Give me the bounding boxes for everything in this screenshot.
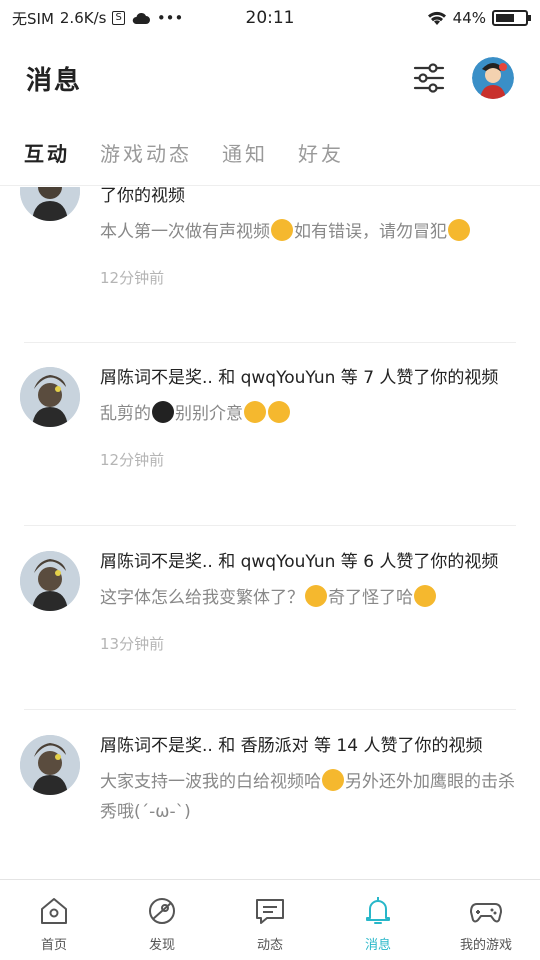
item-body: 这字体怎么给我变繁体了？ 奇了怪了哈: [100, 583, 516, 613]
page-title: 消息: [26, 65, 83, 96]
divider: [24, 342, 516, 343]
avatar[interactable]: [20, 551, 80, 611]
list-item[interactable]: 了你的视频 本人第一次做有声视频 如有错误，请勿冒犯 12分钟前: [0, 187, 540, 288]
gamepad-icon: [470, 903, 502, 923]
avatar[interactable]: [20, 367, 80, 427]
nav-label: 发现: [148, 938, 175, 953]
tab-friends[interactable]: 好友: [298, 128, 344, 185]
bottom-nav: 首页 发现 动态 消息 我的游戏: [0, 879, 540, 960]
nav-label: 消息: [364, 938, 391, 953]
thinking-emoji-icon: [305, 585, 327, 607]
carrier-text: 无SIM: [12, 9, 54, 28]
list-item[interactable]: 屑陈词不是奖.. 和 qwqYouYun 等 7 人赞了你的视频 乱剪的 别别介意…: [0, 363, 540, 470]
sim-icon: S: [112, 11, 125, 25]
item-body: 乱剪的 别别介意: [100, 399, 516, 429]
nav-label: 首页: [40, 938, 67, 953]
blush-emoji-icon: [244, 401, 266, 423]
item-body: 本人第一次做有声视频 如有错误，请勿冒犯: [100, 217, 516, 247]
tab-bar: 互动 游戏动态 通知 好友: [0, 128, 540, 186]
thinking-emoji-icon: [414, 585, 436, 607]
item-title: 屑陈词不是奖.. 和 qwqYouYun 等 7 人赞了你的视频: [100, 368, 499, 388]
list-item[interactable]: 屑陈词不是奖.. 和 qwqYouYun 等 6 人赞了你的视频 这字体怎么给我…: [0, 547, 540, 654]
battery-icon: [492, 10, 531, 26]
blush-emoji-icon: [448, 219, 470, 241]
nav-home[interactable]: 首页: [0, 880, 108, 960]
nav-label: 我的游戏: [459, 938, 512, 953]
avatar[interactable]: [20, 735, 80, 795]
item-time: 13分钟前: [100, 635, 165, 653]
filter-settings-button[interactable]: [412, 61, 446, 95]
nav-my-games[interactable]: 我的游戏: [432, 880, 540, 960]
blush-emoji-icon: [268, 401, 290, 423]
sliders-icon: [413, 63, 445, 93]
cloud-icon: [132, 12, 150, 24]
list-item[interactable]: 屑陈词不是奖.. 和 香肠派对 等 14 人赞了你的视频 大家支持一波我的白给视…: [0, 731, 540, 827]
item-body-text-2: 如有错误，请勿冒犯: [294, 222, 447, 242]
nav-messages[interactable]: 消息: [324, 880, 432, 960]
item-body-text: 乱剪的: [100, 404, 151, 424]
avatar[interactable]: [20, 187, 80, 221]
more-dots-icon: •••: [156, 9, 184, 27]
item-body-text: 这字体怎么给我变繁体了？: [100, 588, 304, 608]
divider: [24, 525, 516, 526]
user-avatar-button[interactable]: [472, 57, 514, 99]
item-body-text: 大家支持一波我的白给视频哈: [100, 772, 321, 792]
avatar-image: [20, 187, 80, 221]
avatar-image: [20, 735, 80, 795]
item-title: 屑陈词不是奖.. 和 香肠派对 等 14 人赞了你的视频: [100, 736, 483, 756]
battery-percent: 44%: [452, 9, 486, 27]
divider: [24, 709, 516, 710]
nav-label: 动态: [256, 938, 283, 953]
message-feed[interactable]: 了你的视频 本人第一次做有声视频 如有错误，请勿冒犯 12分钟前 屑陈词不是奖..…: [0, 187, 540, 879]
avatar-image: [20, 551, 80, 611]
nav-discover[interactable]: 发现: [108, 880, 216, 960]
tab-game-news[interactable]: 游戏动态: [100, 128, 192, 185]
status-bar: 无SIM 2.6K/s S ••• 20:11 44%: [0, 0, 540, 36]
dark-face-emoji-icon: [152, 401, 174, 423]
nav-feed[interactable]: 动态: [216, 880, 324, 960]
status-right: 44%: [427, 9, 531, 27]
discover-icon: [149, 898, 175, 924]
feed-icon: [256, 899, 284, 924]
item-time: 12分钟前: [100, 269, 165, 287]
tab-interaction[interactable]: 互动: [24, 128, 70, 185]
item-body-text-2: 奇了怪了哈: [328, 588, 413, 608]
item-title: 了你的视频: [100, 187, 185, 206]
home-icon: [41, 898, 67, 924]
grin-emoji-icon: [271, 219, 293, 241]
bell-icon: [366, 897, 390, 924]
avatar-image: [20, 367, 80, 427]
item-body-text: 本人第一次做有声视频: [100, 222, 270, 242]
item-time: 12分钟前: [100, 451, 165, 469]
status-left: 无SIM 2.6K/s S •••: [12, 8, 427, 29]
network-speed: 2.6K/s: [59, 9, 107, 27]
wifi-icon: [427, 11, 446, 25]
tab-notifications[interactable]: 通知: [222, 128, 268, 185]
item-body: 大家支持一波我的白给视频哈 另外还外加鹰眼的击杀秀哦(´-ω-`): [100, 767, 516, 827]
avatar: [472, 57, 514, 99]
smile-emoji-icon: [322, 769, 344, 791]
item-title: 屑陈词不是奖.. 和 qwqYouYun 等 6 人赞了你的视频: [100, 552, 499, 572]
header: 消息: [0, 48, 540, 108]
item-body-text-2: 别别介意: [175, 404, 243, 424]
